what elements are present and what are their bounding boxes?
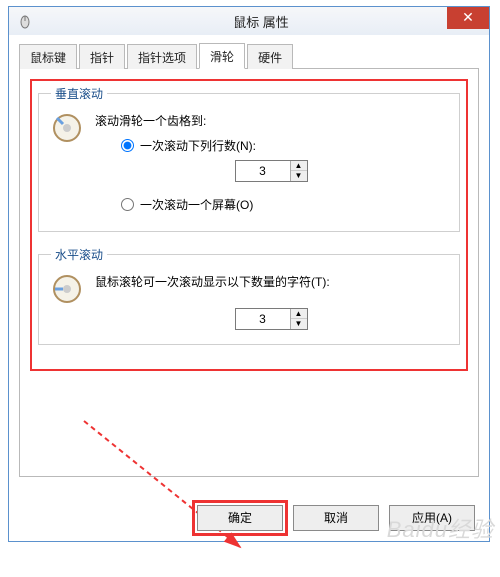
group-horizontal-scroll: 水平滚动 鼠标滚轮可一次滚动显示以下数量的字符(T): 3 ▲ (38, 246, 460, 345)
chars-spin-down[interactable]: ▼ (291, 319, 307, 329)
dialog-button-bar: 确定 取消 应用(A) (197, 505, 475, 531)
client-area: 鼠标键 指针 指针选项 滑轮 硬件 垂直滚动 滚动滑轮一个齿格到: (9, 35, 489, 487)
highlight-box: 垂直滚动 滚动滑轮一个齿格到: 一次滚动下列行数(N): (30, 79, 468, 371)
group-vertical-scroll: 垂直滚动 滚动滑轮一个齿格到: 一次滚动下列行数(N): (38, 85, 460, 232)
tab-wheel[interactable]: 滑轮 (199, 43, 245, 69)
wheel-icon (51, 112, 83, 144)
lines-spinner[interactable]: 3 ▲ ▼ (235, 160, 308, 182)
lines-value: 3 (236, 161, 290, 181)
radio-screen-label: 一次滚动一个屏幕(O) (140, 196, 253, 213)
cancel-button[interactable]: 取消 (293, 505, 379, 531)
tab-pointer[interactable]: 指针 (79, 44, 125, 69)
vertical-desc: 滚动滑轮一个齿格到: (95, 112, 447, 129)
lines-spin-up[interactable]: ▲ (291, 161, 307, 171)
tab-hardware[interactable]: 硬件 (247, 44, 293, 69)
window-title: 鼠标 属性 (33, 12, 489, 31)
tab-options[interactable]: 指针选项 (127, 44, 197, 69)
horizontal-desc: 鼠标滚轮可一次滚动显示以下数量的字符(T): (95, 273, 447, 290)
wheel-horiz-icon (51, 273, 83, 305)
apply-button[interactable]: 应用(A) (389, 505, 475, 531)
radio-lines[interactable] (121, 139, 134, 152)
mouse-sysicon (17, 13, 33, 29)
ok-button[interactable]: 确定 (197, 505, 283, 531)
chars-spin-up[interactable]: ▲ (291, 309, 307, 319)
chars-spinner[interactable]: 3 ▲ ▼ (235, 308, 308, 330)
radio-screen[interactable] (121, 198, 134, 211)
lines-spin-down[interactable]: ▼ (291, 171, 307, 181)
tab-buttons[interactable]: 鼠标键 (19, 44, 77, 69)
group-horizontal-legend: 水平滚动 (51, 246, 107, 263)
radio-lines-label: 一次滚动下列行数(N): (140, 137, 256, 154)
annotation-arrow (80, 417, 300, 577)
tab-page-wheel: 垂直滚动 滚动滑轮一个齿格到: 一次滚动下列行数(N): (19, 69, 479, 477)
titlebar: 鼠标 属性 ✕ (9, 7, 489, 35)
group-vertical-legend: 垂直滚动 (51, 85, 107, 102)
tab-strip: 鼠标键 指针 指针选项 滑轮 硬件 (19, 43, 479, 69)
chars-value: 3 (236, 309, 290, 329)
close-button[interactable]: ✕ (447, 7, 489, 29)
dialog-window: 鼠标 属性 ✕ 鼠标键 指针 指针选项 滑轮 硬件 垂直滚动 滚动滑轮 (8, 6, 490, 542)
